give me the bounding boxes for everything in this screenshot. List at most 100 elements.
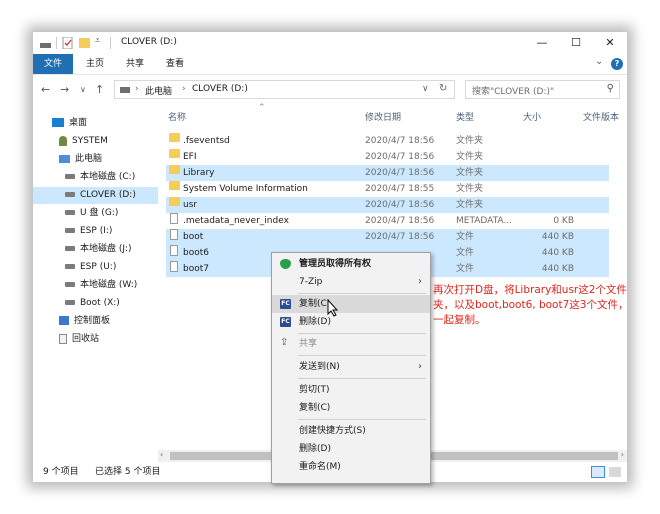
nav-item-drive-j[interactable]: 本地磁盘 (J:) — [33, 241, 158, 258]
quick-access-dropdown[interactable]: ⩡ — [95, 36, 100, 46]
large-icons-view-icon[interactable] — [609, 467, 621, 477]
menu-item-cut[interactable]: 剪切(T) — [272, 381, 430, 399]
tab-share[interactable]: 共享 — [117, 54, 153, 74]
file-row[interactable]: .fseventsd 2020/4/7 18:56 文件夹 — [166, 133, 609, 149]
nav-item-drive-c[interactable]: 本地磁盘 (C:) — [33, 169, 158, 186]
scroll-left-icon[interactable]: ‹ — [160, 450, 163, 459]
menu-item-delete[interactable]: 删除(D) — [272, 440, 430, 458]
nav-item-recycle-bin[interactable]: 回收站 — [33, 331, 158, 348]
drive-icon — [65, 246, 75, 251]
search-icon[interactable]: ⚲ — [607, 83, 614, 94]
file-row[interactable]: System Volume Information 2020/4/7 18:55 文… — [166, 181, 609, 197]
recent-chevron-icon[interactable]: ∨ — [80, 85, 86, 94]
column-version[interactable]: 文件版本 — [583, 108, 619, 128]
forward-arrow-icon[interactable]: → — [60, 83, 69, 96]
divider — [110, 37, 111, 49]
refresh-icon[interactable]: ↻ — [439, 83, 447, 94]
fastcopy-icon: FC — [280, 317, 291, 327]
title-bar: ⩡ CLOVER (D:) — ☐ ✕ — [33, 32, 627, 54]
column-type[interactable]: 类型 — [456, 108, 474, 128]
help-icon[interactable]: ? — [611, 58, 623, 70]
desktop-icon — [52, 118, 64, 127]
nav-item-drive-w[interactable]: 本地磁盘 (W:) — [33, 277, 158, 294]
file-icon — [170, 213, 178, 224]
menu-item-share[interactable]: ⇪ 共享 — [272, 335, 430, 353]
divider — [56, 37, 57, 49]
file-row[interactable]: usr 2020/4/7 18:56 文件夹 — [166, 197, 609, 213]
ribbon: 文件 主页 共享 查看 ⌄ ? — [33, 54, 627, 75]
folder-icon — [169, 197, 180, 206]
drive-icon — [40, 43, 51, 48]
menu-item-send-to[interactable]: 发送到(N) › — [272, 358, 430, 376]
address-bar[interactable]: › 此电脑 › CLOVER (D:) ∨ ↻ — [114, 80, 455, 99]
menu-item-take-ownership[interactable]: 管理员取得所有权 — [272, 255, 430, 273]
address-dropdown-icon[interactable]: ∨ — [422, 84, 429, 94]
selected-count: 已选择 5 个项目 — [95, 467, 161, 477]
drive-icon — [65, 300, 75, 305]
ribbon-expand-icon[interactable]: ⌄ — [595, 56, 603, 67]
nav-item-drive-d[interactable]: CLOVER (D:) — [33, 187, 158, 204]
menu-separator — [298, 333, 426, 334]
menu-item-copy[interactable]: 复制(C) — [272, 399, 430, 417]
folder-icon — [169, 149, 180, 158]
properties-icon[interactable] — [62, 37, 73, 49]
file-row[interactable]: boot 2020/4/7 18:56 文件 440 KB — [166, 229, 609, 245]
breadcrumb-this-pc[interactable]: 此电脑 — [145, 84, 172, 97]
computer-icon — [59, 154, 70, 163]
menu-item-fc-copy[interactable]: FC 复制(C) — [272, 295, 430, 313]
scroll-right-icon[interactable]: › — [621, 450, 624, 459]
search-placeholder: 搜索"CLOVER (D:)" — [472, 87, 555, 97]
nav-item-desktop[interactable]: 桌面 — [33, 115, 158, 132]
item-count: 9 个项目 — [43, 467, 79, 477]
annotation-text: 再次打开D盘，将Library和usr这2个文件夹，以及boot,boot6, … — [433, 284, 629, 326]
context-menu: 管理员取得所有权 7-Zip › FC 复制(C) FC 删除(D) ⇪ 共享 发送到(… — [271, 252, 431, 484]
menu-item-create-shortcut[interactable]: 创建快捷方式(S) — [272, 422, 430, 440]
back-arrow-icon[interactable]: ← — [41, 83, 50, 96]
close-button[interactable]: ✕ — [593, 32, 627, 54]
menu-separator — [298, 293, 426, 294]
search-box[interactable]: 搜索"CLOVER (D:)" ⚲ — [465, 80, 620, 99]
minimize-button[interactable]: — — [525, 32, 559, 54]
menu-item-rename[interactable]: 重命名(M) — [272, 458, 430, 476]
details-view-icon[interactable] — [591, 466, 605, 478]
drive-icon — [65, 228, 75, 233]
file-row[interactable]: EFI 2020/4/7 18:56 文件夹 — [166, 149, 609, 165]
breadcrumb-separator: › — [182, 84, 186, 94]
sort-caret-icon: ⌃ — [258, 103, 266, 113]
maximize-button[interactable]: ☐ — [559, 32, 593, 54]
shield-icon — [280, 259, 291, 269]
drive-icon — [65, 282, 75, 287]
window-title: CLOVER (D:) — [121, 37, 177, 47]
recycle-bin-icon — [59, 333, 67, 344]
tab-file[interactable]: 文件 — [33, 54, 73, 74]
up-arrow-icon[interactable]: ↑ — [95, 83, 104, 96]
folder-icon — [169, 165, 180, 174]
file-icon — [170, 261, 178, 272]
fastcopy-icon: FC — [280, 299, 291, 309]
nav-item-system[interactable]: SYSTEM — [33, 133, 158, 150]
file-row[interactable]: Library 2020/4/7 18:56 文件夹 — [166, 165, 609, 181]
column-date[interactable]: 修改日期 — [365, 108, 401, 128]
navigation-pane: 桌面 SYSTEM 此电脑 本地磁盘 (C:) CLOVER (D:) U 盘 … — [33, 108, 158, 462]
tab-home[interactable]: 主页 — [77, 54, 113, 74]
nav-item-this-pc[interactable]: 此电脑 — [33, 151, 158, 168]
tab-view[interactable]: 查看 — [157, 54, 193, 74]
drive-icon — [65, 174, 75, 179]
menu-separator — [298, 419, 426, 420]
nav-item-drive-i[interactable]: ESP (I:) — [33, 223, 158, 240]
column-name[interactable]: 名称 — [168, 108, 186, 128]
drive-icon — [65, 264, 75, 269]
nav-item-control-panel[interactable]: 控制面板 — [33, 313, 158, 330]
file-icon — [170, 245, 178, 256]
breadcrumb-clover[interactable]: CLOVER (D:) — [192, 84, 248, 94]
control-panel-icon — [59, 316, 69, 325]
menu-item-7zip[interactable]: 7-Zip › — [272, 273, 430, 291]
file-row[interactable]: .metadata_never_index 2020/4/7 18:56 METAD… — [166, 213, 609, 229]
nav-item-drive-u[interactable]: ESP (U:) — [33, 259, 158, 276]
menu-item-fc-delete[interactable]: FC 删除(D) — [272, 313, 430, 331]
nav-item-drive-g[interactable]: U 盘 (G:) — [33, 205, 158, 222]
new-folder-icon[interactable] — [79, 37, 90, 49]
submenu-arrow-icon: › — [418, 276, 422, 287]
column-size[interactable]: 大小 — [523, 108, 541, 128]
nav-item-drive-x[interactable]: Boot (X:) — [33, 295, 158, 312]
